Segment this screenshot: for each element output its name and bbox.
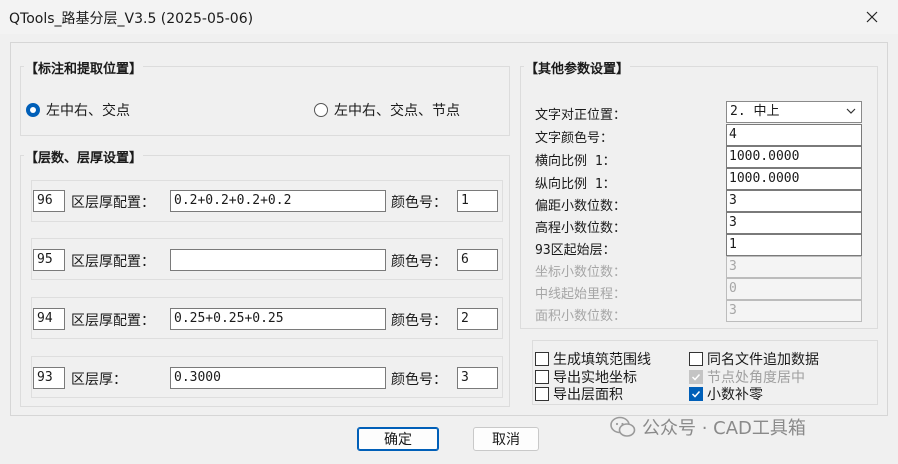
zone-number-field[interactable]: 93 <box>33 367 65 389</box>
color-input[interactable]: 3 <box>457 367 498 389</box>
radio-label: 左中右、交点 <box>46 103 130 119</box>
param-input-elevation-decimals[interactable]: 3 <box>726 212 862 234</box>
checkbox-label: 同名文件追加数据 <box>707 352 819 368</box>
checkbox-fill-range-line[interactable]: 生成填筑范围线 <box>535 349 651 369</box>
cancel-button[interactable]: 取消 <box>473 427 539 451</box>
color-input[interactable]: 1 <box>457 190 498 212</box>
param-label-text-color: 文字颜色号： <box>535 131 614 146</box>
text-align-select[interactable]: 2. 中上 <box>726 101 862 123</box>
param-input-h-scale[interactable]: 1000.0000 <box>726 146 862 168</box>
param-input-coord-decimals: 3 <box>726 256 862 278</box>
color-label: 颜色号： <box>391 313 447 329</box>
window-title: QTools_路基分层_V3.5 (2025-05-06) <box>9 11 254 27</box>
layer-config-label: 区层厚配置： <box>71 254 155 270</box>
position-group-title: 【标注和提取位置】 <box>24 58 144 77</box>
checkbox-label: 导出层面积 <box>553 387 623 403</box>
color-label: 颜色号： <box>391 254 447 270</box>
radio-lr-intersection[interactable]: 左中右、交点 <box>26 100 130 120</box>
close-button[interactable] <box>858 6 886 28</box>
checkbox-unchecked-icon <box>689 352 703 366</box>
layer-config-input[interactable]: 0.25+0.25+0.25 <box>170 308 386 330</box>
checkmark-icon <box>689 370 703 384</box>
layer-config-label: 区层厚配置： <box>71 195 155 211</box>
param-input-start-mileage: 0 <box>726 278 862 300</box>
close-icon <box>866 11 878 23</box>
other-params-group-title: 【其他参数设置】 <box>524 58 631 77</box>
watermark: 公众号 · CAD工具箱 <box>610 414 806 440</box>
checkbox-unchecked-icon <box>535 387 549 401</box>
wechat-icon <box>610 416 636 437</box>
layer-thickness-label: 区层厚： <box>71 372 127 388</box>
checkmark-icon <box>689 387 703 401</box>
param-label-elevation-decimals: 高程小数位数： <box>535 221 627 236</box>
color-input[interactable]: 6 <box>457 249 498 271</box>
color-label: 颜色号： <box>391 195 447 211</box>
checkbox-pad-zeros[interactable]: 小数补零 <box>689 384 763 404</box>
checkbox-append-same-file[interactable]: 同名文件追加数据 <box>689 349 819 369</box>
chevron-down-icon <box>846 108 856 114</box>
param-input-text-color[interactable]: 4 <box>726 124 862 146</box>
zone-number-field[interactable]: 95 <box>33 249 65 271</box>
param-input-v-scale[interactable]: 1000.0000 <box>726 168 862 190</box>
text-align-label: 文字对正位置： <box>535 108 627 123</box>
checkbox-unchecked-icon <box>535 352 549 366</box>
checkbox-unchecked-icon <box>535 370 549 384</box>
param-input-93-start-layer[interactable]: 1 <box>726 234 862 256</box>
layer-group-title: 【层数、层厚设置】 <box>24 147 144 166</box>
param-label-start-mileage: 中线起始里程： <box>535 287 627 302</box>
ok-button[interactable]: 确定 <box>357 427 439 451</box>
watermark-text: 公众号 · CAD工具箱 <box>642 418 806 439</box>
layer-config-input[interactable] <box>170 249 386 271</box>
checkbox-label: 生成填筑范围线 <box>553 352 651 368</box>
layer-config-label: 区层厚配置： <box>71 313 155 329</box>
radio-lr-intersection-node[interactable]: 左中右、交点、节点 <box>314 100 460 120</box>
layer-config-input[interactable]: 0.2+0.2+0.2+0.2 <box>170 190 386 212</box>
color-input[interactable]: 2 <box>457 308 498 330</box>
param-label-v-scale: 纵向比例 1： <box>535 177 616 192</box>
layer-thickness-input[interactable]: 0.3000 <box>170 367 386 389</box>
color-label: 颜色号： <box>391 372 447 388</box>
param-input-offset-decimals[interactable]: 3 <box>726 190 862 212</box>
param-input-area-decimals: 3 <box>726 300 862 322</box>
title-bar: QTools_路基分层_V3.5 (2025-05-06) <box>0 0 898 34</box>
param-label-area-decimals: 面积小数位数： <box>535 309 627 324</box>
radio-selected-icon <box>26 103 40 117</box>
radio-unselected-icon <box>314 103 328 117</box>
zone-number-field[interactable]: 96 <box>33 190 65 212</box>
param-label-h-scale: 横向比例 1： <box>535 154 616 169</box>
text-align-value: 2. 中上 <box>730 104 780 119</box>
param-label-offset-decimals: 偏距小数位数： <box>535 199 627 214</box>
param-label-93-start-layer: 93区起始层： <box>535 243 616 258</box>
checkbox-export-layer-area[interactable]: 导出层面积 <box>535 384 623 404</box>
zone-number-field[interactable]: 94 <box>33 308 65 330</box>
checkbox-label: 小数补零 <box>707 387 763 403</box>
radio-label: 左中右、交点、节点 <box>334 103 460 119</box>
param-label-coord-decimals: 坐标小数位数： <box>535 265 627 280</box>
